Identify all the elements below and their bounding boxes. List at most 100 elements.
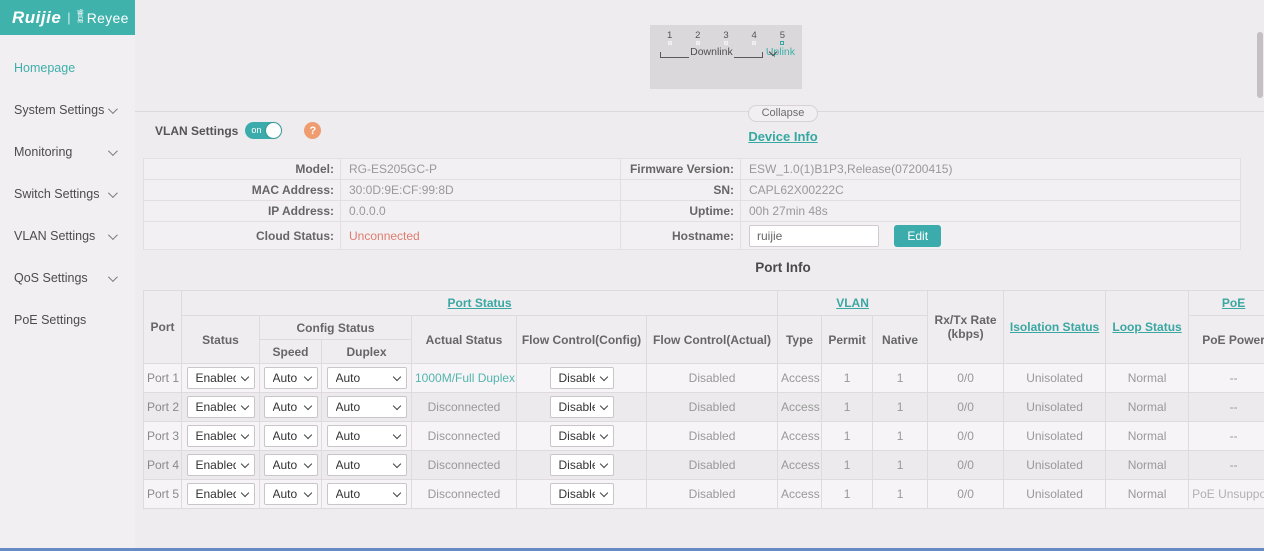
vlan-toggle-switch[interactable]: on <box>245 122 282 139</box>
port3-flow-control-select[interactable]: Disabled <box>550 425 614 447</box>
sidebar-nav: Homepage System Settings Monitoring Swit… <box>0 35 135 551</box>
device-firmware-value: ESW_1.0(1)B1P3,Release(07200415) <box>741 159 1241 180</box>
isolation-status-link[interactable]: Isolation Status <box>1010 320 1099 334</box>
rxtx-rate: 0/0 <box>928 364 1004 393</box>
loop-status: Normal <box>1106 451 1189 480</box>
sidebar-item-label: PoE Settings <box>14 313 86 327</box>
sidebar-item-homepage[interactable]: Homepage <box>0 47 135 89</box>
flow-control-actual: Disabled <box>647 364 778 393</box>
port5-speed-select[interactable]: Auto <box>264 483 318 505</box>
flow-control-actual: Disabled <box>647 451 778 480</box>
col-header-isolation: Isolation Status <box>1004 291 1106 364</box>
port-number: 1 <box>657 30 682 41</box>
hostname-input[interactable] <box>749 225 879 247</box>
actual-status: Disconnected <box>412 422 517 451</box>
sidebar-item-switch-settings[interactable]: Switch Settings <box>0 173 135 215</box>
isolation-status: Unisolated <box>1004 364 1106 393</box>
port-status-link[interactable]: Port Status <box>448 296 512 310</box>
vlan-permit: 1 <box>822 451 873 480</box>
col-header-fc-actual: Flow Control(Actual) <box>647 316 778 364</box>
port5-status-select[interactable]: Enabled <box>187 483 255 505</box>
collapse-button[interactable]: Collapse <box>748 105 819 122</box>
port-1-jack-connected[interactable] <box>668 41 672 45</box>
vlan-native: 1 <box>873 480 928 509</box>
col-header-port: Port <box>144 291 182 364</box>
sidebar-item-vlan-settings[interactable]: VLAN Settings <box>0 215 135 257</box>
device-sn-value: CAPL62X00222C <box>741 180 1241 201</box>
sidebar-item-label: VLAN Settings <box>14 229 95 243</box>
device-field-label: Model: <box>144 159 341 180</box>
port3-duplex-select[interactable]: Auto <box>327 425 407 447</box>
loop-status: Normal <box>1106 364 1189 393</box>
vlan-native: 1 <box>873 451 928 480</box>
port2-speed-select[interactable]: Auto <box>264 396 318 418</box>
col-header-port-status: Port Status <box>182 291 778 316</box>
isolation-status: Unisolated <box>1004 393 1106 422</box>
edit-hostname-button[interactable]: Edit <box>894 225 941 247</box>
sidebar-item-qos-settings[interactable]: QoS Settings <box>0 257 135 299</box>
vertical-scrollbar-thumb[interactable] <box>1257 32 1263 98</box>
port-row-4: Port 4 Enabled Auto Auto Disconnected Di… <box>144 451 1264 480</box>
vlan-native: 1 <box>873 422 928 451</box>
port4-flow-control-select[interactable]: Disabled <box>550 454 614 476</box>
port2-status-select[interactable]: Enabled <box>187 396 255 418</box>
port-name: Port 4 <box>144 451 182 480</box>
flow-control-actual: Disabled <box>647 480 778 509</box>
port4-duplex-select[interactable]: Auto <box>327 454 407 476</box>
port1-duplex-select[interactable]: Auto <box>327 367 407 389</box>
poe-link[interactable]: PoE <box>1222 296 1245 310</box>
col-header-vlan: VLAN <box>778 291 928 316</box>
rxtx-rate: 0/0 <box>928 393 1004 422</box>
vlan-link[interactable]: VLAN <box>836 296 869 310</box>
loop-status: Normal <box>1106 480 1189 509</box>
port-5-jack-uplink-selected[interactable] <box>780 41 784 45</box>
poe-power: -- <box>1189 364 1264 393</box>
sidebar-item-poe-settings[interactable]: PoE Settings <box>0 299 135 341</box>
port-2-jack[interactable] <box>696 41 700 45</box>
device-mac-value: 30:0D:9E:CF:99:8D <box>341 180 621 201</box>
sidebar-item-system-settings[interactable]: System Settings <box>0 89 135 131</box>
port-3-jack[interactable] <box>724 41 728 45</box>
help-icon[interactable]: ? <box>304 122 321 139</box>
col-header-loop: Loop Status <box>1106 291 1189 364</box>
port5-flow-control-select[interactable]: Disabled <box>550 483 614 505</box>
actual-status: Disconnected <box>412 451 517 480</box>
port2-flow-control-select[interactable]: Disabled <box>550 396 614 418</box>
device-info-link[interactable]: Device Info <box>748 129 817 144</box>
port1-speed-select[interactable]: Auto <box>264 367 318 389</box>
device-field-label: SN: <box>621 180 741 201</box>
port2-duplex-select[interactable]: Auto <box>327 396 407 418</box>
port-4-jack[interactable] <box>752 41 756 45</box>
chevron-down-icon <box>108 146 118 156</box>
port-row-1: Port 1 Enabled Auto Auto 1000M/Full Dupl… <box>144 364 1264 393</box>
device-info-table: Model: RG-ES205GC-P Firmware Version: ES… <box>143 158 1241 250</box>
col-header-speed: Speed <box>260 340 322 364</box>
flow-control-actual: Disabled <box>647 422 778 451</box>
sidebar-item-label: QoS Settings <box>14 271 88 285</box>
device-field-label: Firmware Version: <box>621 159 741 180</box>
port3-speed-select[interactable]: Auto <box>264 425 318 447</box>
port1-flow-control-select[interactable]: Disabled <box>550 367 614 389</box>
brand-logo-ruijie: Ruijie <box>12 8 61 28</box>
port1-status-select[interactable]: Enabled <box>187 367 255 389</box>
chevron-down-icon <box>108 104 118 114</box>
rxtx-rate: 0/0 <box>928 451 1004 480</box>
brand-logo-cn: 睿易 <box>77 11 86 24</box>
col-header-status: Status <box>182 316 260 364</box>
isolation-status: Unisolated <box>1004 422 1106 451</box>
port-number-row: 1 2 3 4 5 <box>657 30 795 41</box>
port5-duplex-select[interactable]: Auto <box>327 483 407 505</box>
vlan-type: Access <box>778 364 822 393</box>
port4-speed-select[interactable]: Auto <box>264 454 318 476</box>
poe-power: PoE Unsupported <box>1189 480 1264 509</box>
vlan-type: Access <box>778 451 822 480</box>
uplink-label: Uplink <box>766 47 795 58</box>
port3-status-select[interactable]: Enabled <box>187 425 255 447</box>
port4-status-select[interactable]: Enabled <box>187 454 255 476</box>
chevron-down-icon <box>108 188 118 198</box>
chevron-down-icon <box>108 230 118 240</box>
col-header-type: Type <box>778 316 822 364</box>
port-diagram-panel: 1 2 3 4 5 Downlink Uplink <box>650 25 802 89</box>
sidebar-item-monitoring[interactable]: Monitoring <box>0 131 135 173</box>
loop-status-link[interactable]: Loop Status <box>1112 320 1181 334</box>
